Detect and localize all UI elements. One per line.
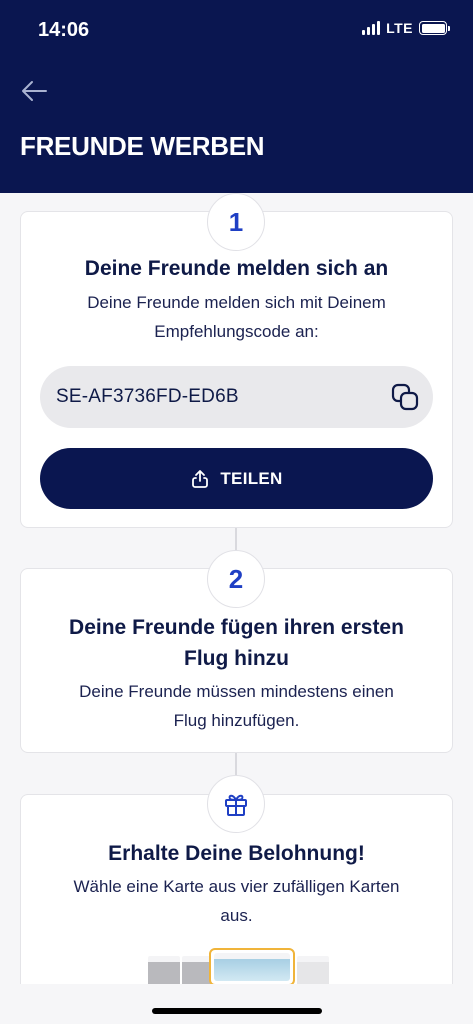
bottom-area <box>0 984 473 1024</box>
step-2-badge: 2 <box>207 550 265 608</box>
signal-icon <box>362 21 381 35</box>
step-1-title: Deine Freunde melden sich an <box>84 257 389 280</box>
battery-icon <box>419 21 450 35</box>
referral-code: SE-AF3736FD-ED6B <box>56 386 239 407</box>
back-arrow-icon[interactable] <box>20 78 48 104</box>
network-label: LTE <box>386 20 413 36</box>
step-2-desc-line1: Deine Freunde müssen mindestens einen <box>79 682 394 701</box>
gift-icon <box>225 794 247 816</box>
share-button-label: TEILEN <box>220 468 283 488</box>
reward-card-featured <box>209 948 295 986</box>
page-title: FREUNDE WERBEN <box>20 131 265 161</box>
step-1-badge: 1 <box>207 193 265 251</box>
step-1-desc-line1: Deine Freunde melden sich mit Deinem <box>87 293 386 312</box>
reward-card <box>297 956 329 986</box>
step-3-desc-line1: Wähle eine Karte aus vier zufälligen Kar… <box>73 877 400 896</box>
step-3-desc-line2: aus. <box>220 906 253 925</box>
step-3-badge <box>207 775 265 833</box>
step-1-desc-line2: Empfehlungscode an: <box>154 322 319 341</box>
status-indicators: LTE <box>362 20 450 36</box>
status-time: 14:06 <box>38 19 90 41</box>
copy-icon[interactable] <box>391 383 419 411</box>
header-bar: 14:06 LTE FREUNDE WERBEN <box>0 0 473 193</box>
reward-card <box>148 956 180 986</box>
share-icon <box>192 469 209 488</box>
step-2-desc-line2: Flug hinzufügen. <box>173 711 300 730</box>
reward-cards-preview <box>148 948 329 986</box>
step-2-title-line2: Flug hinzu <box>184 647 289 670</box>
share-button[interactable]: TEILEN <box>40 448 433 509</box>
step-2-title-line1: Deine Freunde fügen ihren ersten <box>69 616 404 639</box>
step-3-title: Erhalte Deine Belohnung! <box>108 842 365 865</box>
referral-code-field[interactable]: SE-AF3736FD-ED6B <box>40 366 433 428</box>
home-indicator[interactable] <box>152 1008 322 1014</box>
